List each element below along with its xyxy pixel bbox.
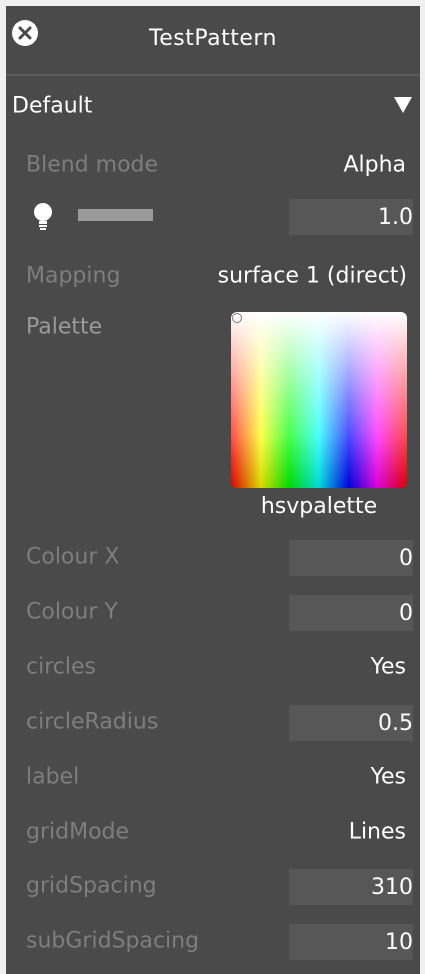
label-row: label Yes [6, 755, 420, 799]
circles-toggle[interactable]: Yes [370, 655, 406, 680]
circles-label: circles [26, 654, 96, 680]
blend-mode-select[interactable]: Alpha [343, 153, 406, 178]
grid-mode-select[interactable]: Lines [349, 820, 406, 845]
label-toggle[interactable]: Yes [370, 765, 406, 790]
circle-radius-row: circleRadius 0.5 [6, 700, 420, 744]
palette-name: hsvpalette [260, 494, 378, 519]
blend-mode-row: Blend mode Alpha [6, 143, 420, 187]
mapping-row: Mapping surface 1 (direct) [6, 254, 420, 298]
palette-handle[interactable] [232, 313, 242, 323]
grid-spacing-field[interactable]: 310 [289, 869, 413, 905]
colour-y-row: Colour Y 0 [6, 590, 420, 634]
colour-y-field[interactable]: 0 [289, 595, 413, 631]
palette-swatch[interactable] [231, 312, 407, 488]
opacity-value: 1.0 [378, 204, 413, 230]
mapping-label: Mapping [26, 263, 121, 289]
blend-mode-label: Blend mode [26, 152, 159, 178]
grid-spacing-row: gridSpacing 310 [6, 864, 420, 908]
colour-x-field[interactable]: 0 [289, 540, 413, 576]
sub-grid-spacing-field[interactable]: 10 [289, 924, 413, 960]
palette-swatch-shade [231, 312, 407, 488]
lightbulb-icon [34, 203, 52, 230]
opacity-slider[interactable] [78, 209, 153, 221]
colour-x-value: 0 [399, 545, 413, 571]
opacity-row: 1.0 [6, 194, 420, 238]
sub-grid-spacing-row: subGridSpacing 10 [6, 919, 420, 963]
circle-radius-label: circleRadius [26, 709, 159, 735]
preset-dropdown[interactable]: Default [6, 84, 420, 128]
colour-y-label: Colour Y [26, 599, 118, 625]
sub-grid-spacing-label: subGridSpacing [26, 928, 200, 954]
panel-header: TestPattern [6, 6, 420, 74]
grid-spacing-value: 310 [371, 874, 413, 900]
mapping-select[interactable]: surface 1 (direct) [218, 264, 407, 289]
colour-x-row: Colour X 0 [6, 535, 420, 579]
circle-radius-value: 0.5 [378, 710, 413, 736]
header-divider [6, 74, 420, 76]
opacity-field[interactable]: 1.0 [289, 199, 413, 235]
grid-mode-label: gridMode [26, 819, 130, 845]
preset-label: Default [12, 93, 93, 119]
circles-row: circles Yes [6, 645, 420, 689]
colour-x-label: Colour X [26, 544, 120, 570]
grid-mode-row: gridMode Lines [6, 810, 420, 854]
circle-radius-field[interactable]: 0.5 [289, 705, 413, 741]
sub-grid-spacing-value: 10 [385, 929, 413, 955]
properties-panel: TestPattern Default Blend mode Alpha 1.0… [6, 6, 420, 974]
label-param-label: label [26, 764, 80, 790]
grid-spacing-label: gridSpacing [26, 873, 157, 899]
panel-title: TestPattern [149, 26, 277, 51]
colour-y-value: 0 [399, 600, 413, 626]
palette-label: Palette [26, 314, 103, 340]
triangle-down-icon [394, 97, 412, 113]
